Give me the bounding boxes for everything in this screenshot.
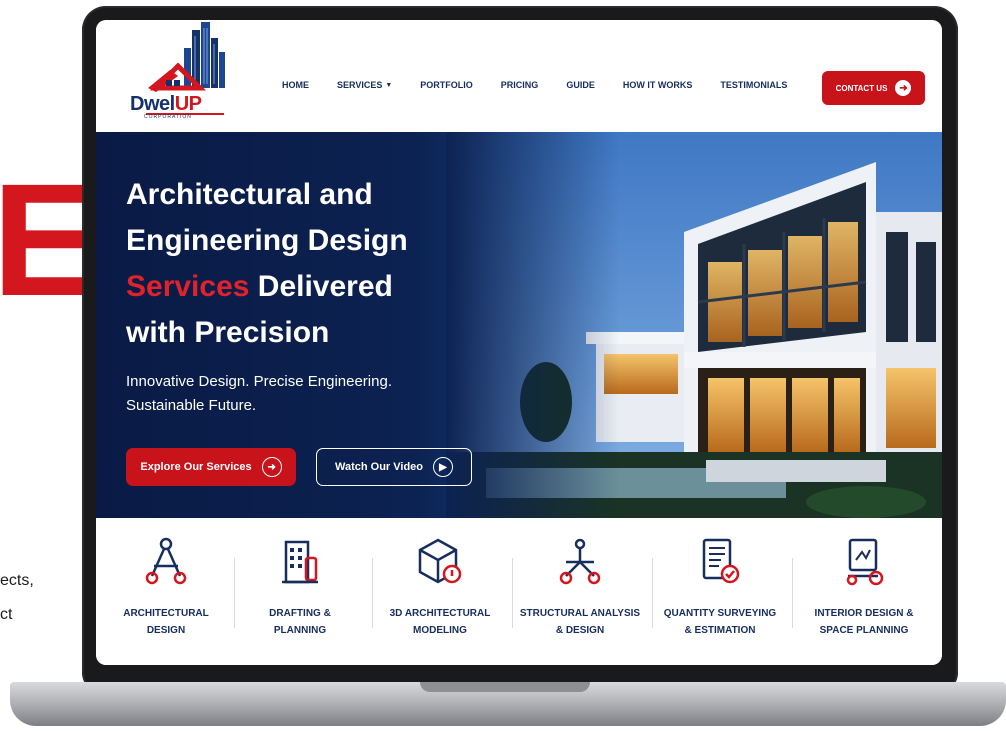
background-text-fragment: ects, (0, 572, 34, 589)
service-label: ARCHITECTURAL DESIGN (123, 608, 209, 636)
arrow-right-circle-icon: ➜ (895, 80, 912, 96)
service-architectural-design[interactable]: ARCHITECTURAL DESIGN (96, 536, 236, 639)
nav-link-portfolio[interactable]: PORTFOLIO (420, 80, 473, 90)
service-3d-modeling[interactable]: 3D ARCHITECTURAL MODELING (370, 536, 510, 639)
compass-nodes-icon (145, 537, 187, 585)
nav-link-home[interactable]: HOME (282, 80, 309, 90)
service-label: STRUCTURAL ANALYSIS & DESIGN (519, 608, 641, 636)
laptop-notch (420, 682, 590, 692)
watch-video-label: Watch Our Video (334, 461, 423, 473)
nav-links: HOME SERVICES ▼ PORTFOLIO PRICING GUIDE H… (282, 80, 815, 90)
logo-subtitle: CORPORATION (144, 114, 192, 120)
hero-title: Architectural and Engineering Design Ser… (126, 178, 408, 349)
service-label: 3D ARCHITECTURAL MODELING (389, 608, 491, 636)
3d-cube-icon (418, 538, 462, 584)
logo-wordmark: DwelUP (130, 93, 202, 115)
service-label: QUANTITY SURVEYING & ESTIMATION (663, 608, 777, 636)
navbar: DwelUP CORPORATION HOME SERVICES ▼ PORTFO… (96, 20, 942, 132)
arrow-right-circle-icon: ➜ (261, 457, 282, 477)
service-quantity-surveying[interactable]: QUANTITY SURVEYING & ESTIMATION (650, 536, 790, 639)
background-text-fragment: ct (0, 606, 13, 623)
laptop-screen: DwelUP CORPORATION HOME SERVICES ▼ PORTFO… (96, 20, 942, 665)
play-circle-icon: ▶ (433, 457, 453, 477)
nav-link-guide[interactable]: GUIDE (566, 80, 595, 90)
contact-us-label: CONTACT US (835, 83, 888, 93)
service-label: DRAFTING & PLANNING (269, 608, 331, 636)
service-structural-analysis[interactable]: STRUCTURAL ANALYSIS & DESIGN (510, 536, 650, 639)
nav-link-pricing[interactable]: PRICING (501, 80, 539, 90)
nav-link-services[interactable]: SERVICES ▼ (337, 80, 392, 90)
service-interior-design[interactable]: INTERIOR DESIGN & SPACE PLANNING (794, 536, 934, 639)
service-divider (792, 558, 793, 628)
interior-plan-icon (846, 538, 884, 586)
nav-link-how-it-works[interactable]: HOW IT WORKS (623, 80, 693, 90)
service-drafting-planning[interactable]: DRAFTING & PLANNING (230, 536, 370, 639)
explore-services-button[interactable]: Explore Our Services ➜ (126, 448, 296, 486)
service-label: INTERIOR DESIGN & SPACE PLANNING (814, 608, 914, 636)
hero-subtitle: Innovative Design. Precise Engineering. … (126, 373, 392, 414)
hero-section: Architectural and Engineering Design Ser… (96, 132, 942, 518)
contact-us-button[interactable]: CONTACT US ➜ (822, 71, 925, 105)
watch-video-button[interactable]: Watch Our Video ▶ (316, 448, 472, 486)
explore-services-label: Explore Our Services (140, 461, 252, 473)
document-estimate-icon (702, 538, 740, 584)
nav-link-label: SERVICES (337, 80, 383, 90)
background-heading-letter: E (0, 150, 99, 329)
structure-nodes-icon (559, 538, 601, 585)
nav-link-testimonials[interactable]: TESTIMONIALS (720, 80, 787, 90)
chevron-down-icon: ▼ (385, 81, 393, 89)
services-strip: ARCHITECTURAL DESIGN DRAFTING & PLANNING (96, 518, 942, 665)
building-plan-icon (282, 540, 318, 584)
modern-house-image (446, 132, 942, 518)
